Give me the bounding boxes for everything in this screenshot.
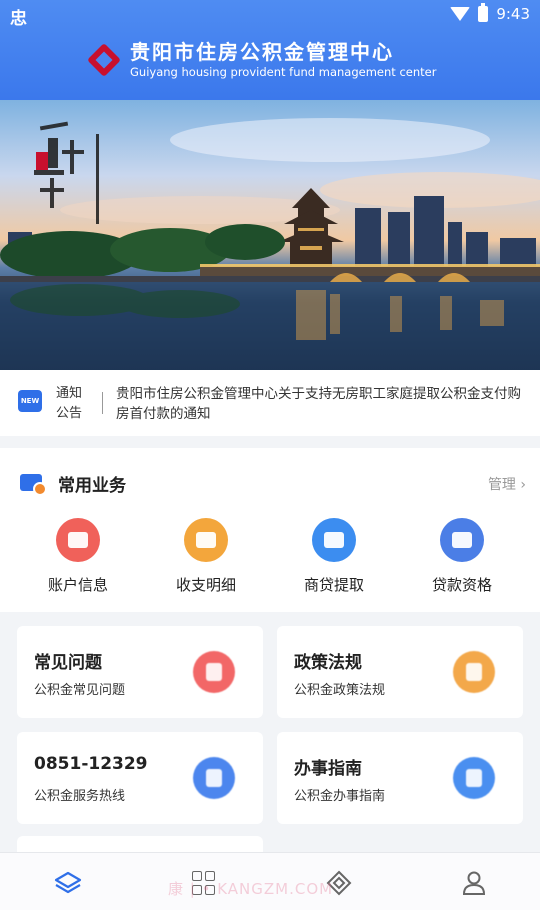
card-title: 0851-12329: [34, 754, 148, 774]
services-title: 常用业务: [58, 476, 126, 496]
watermark: 康 | • KANGZM.COM: [168, 880, 334, 898]
service-label: 收支明细: [175, 576, 236, 594]
app-header: 忠 9:43 贵阳市住房公积金管理中心 Guiyang housing prov…: [0, 0, 540, 100]
wifi-icon: [450, 7, 471, 21]
service-label: 贷款资格: [431, 576, 492, 594]
common-services: 常用业务 管理 › 账户信息 收支明细 商贷提取 贷款资格: [0, 448, 540, 612]
service-item[interactable]: 贷款资格: [398, 518, 526, 595]
card-icon: [312, 518, 356, 562]
app-subtitle: Guiyang housing provident fund managemen…: [130, 65, 437, 79]
notice-divider: [102, 392, 103, 414]
notice-bar[interactable]: NEW 通知 公告 贵阳市住房公积金管理中心关于支持无房职工家庭提取公积金支付购…: [0, 370, 540, 436]
calculator-icon: [440, 518, 484, 562]
logo-icon: [86, 42, 122, 78]
service-label: 商贷提取: [303, 576, 364, 594]
document-icon: [193, 651, 235, 693]
card-subtitle: 公积金办事指南: [294, 789, 386, 804]
status-bar: 忠 9:43: [0, 0, 540, 29]
new-badge-icon: NEW: [18, 390, 42, 412]
battery-icon: [478, 3, 489, 22]
notice-text[interactable]: 贵阳市住房公积金管理中心关于支持无房职工家庭提取公积金支付购房首付款的通知: [116, 384, 530, 424]
shortcut-card[interactable]: 常见问题公积金常见问题: [17, 626, 263, 718]
card-subtitle: 公积金常见问题: [34, 683, 126, 698]
nav-home-layers-icon[interactable]: [54, 869, 82, 897]
app-title: 贵阳市住房公积金管理中心: [130, 40, 394, 64]
service-item[interactable]: 收支明细: [142, 518, 270, 595]
service-item[interactable]: 账户信息: [14, 518, 142, 595]
brand: 贵阳市住房公积金管理中心 Guiyang housing provident f…: [86, 40, 436, 79]
status-app-icon: 忠: [10, 9, 27, 29]
card-title: 常见问题: [34, 653, 102, 673]
notice-label: 通知 公告: [56, 386, 83, 421]
status-time: 9:43: [496, 5, 530, 23]
pen-icon: [453, 651, 495, 693]
card-subtitle: 公积金政策法规: [294, 683, 386, 698]
services-title-icon: [20, 474, 47, 496]
guide-icon: [453, 757, 495, 799]
manage-button[interactable]: 管理 ›: [488, 474, 526, 494]
banner-image[interactable]: [0, 100, 540, 370]
wallet-icon: [56, 518, 100, 562]
shortcut-card[interactable]: 0851-12329 公积金服务热线: [17, 732, 263, 824]
card-subtitle: 公积金服务热线: [34, 789, 126, 804]
card-title: 办事指南: [294, 759, 362, 779]
service-label: 账户信息: [47, 576, 108, 594]
card-title: 政策法规: [294, 653, 362, 673]
shortcut-card[interactable]: 办事指南公积金办事指南: [277, 732, 523, 824]
phone-icon: [193, 757, 235, 799]
service-item[interactable]: 商贷提取: [270, 518, 398, 595]
receipt-icon: [184, 518, 228, 562]
nav-profile-user-icon[interactable]: [460, 869, 488, 897]
shortcut-card[interactable]: 政策法规公积金政策法规: [277, 626, 523, 718]
services-grid: 账户信息 收支明细 商贷提取 贷款资格: [14, 518, 526, 595]
